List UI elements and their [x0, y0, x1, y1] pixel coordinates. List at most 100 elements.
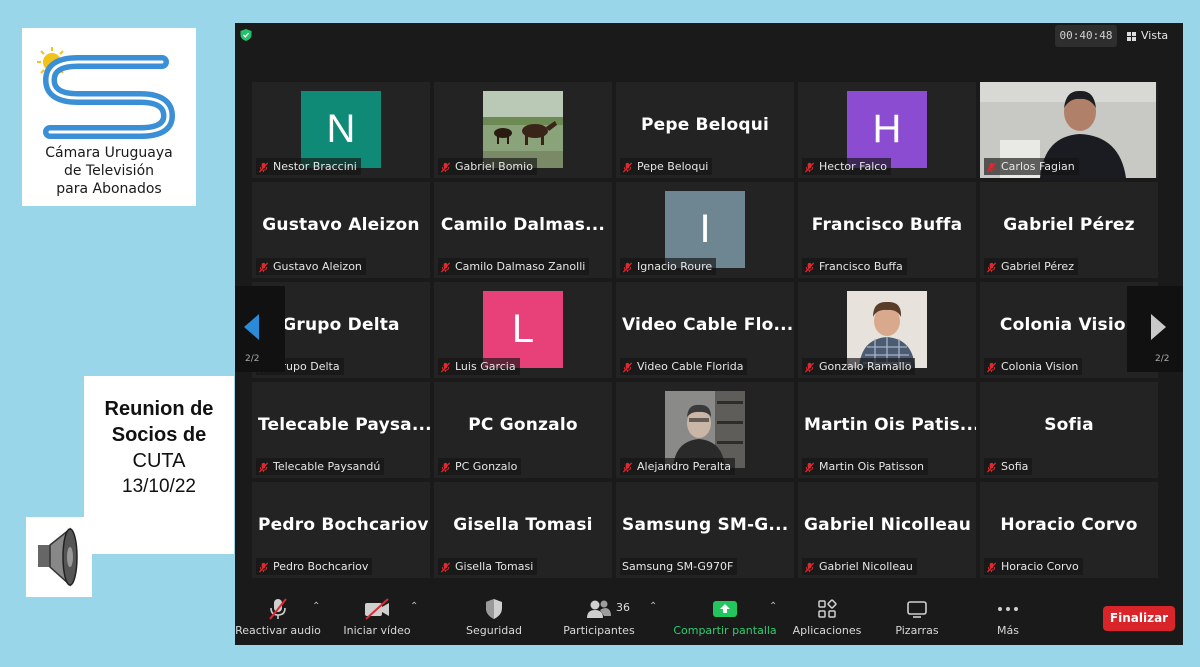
next-page-button[interactable]: 2/2	[1127, 286, 1183, 372]
more-dots-icon	[985, 597, 1031, 621]
more-button[interactable]: Más	[985, 597, 1031, 641]
participant-name: Luis Garcia	[455, 360, 516, 373]
participant-name: Gonzalo Ramallo	[819, 360, 912, 373]
participant-tile[interactable]: PC Gonzalo PC Gonzalo	[434, 382, 612, 478]
mic-muted-icon	[804, 161, 815, 173]
logo-line-3: para Abonados	[56, 181, 162, 197]
participant-name: Sofia	[1001, 460, 1029, 473]
participant-tile[interactable]: Gustavo Aleizon Gustavo Aleizon	[252, 182, 430, 278]
start-video-button[interactable]: Iniciar vídeo	[339, 597, 415, 641]
participant-name-label: Pepe Beloqui	[620, 158, 713, 175]
participant-tile[interactable]: Gonzalo Ramallo	[798, 282, 976, 378]
participant-display-name: Francisco Buffa	[811, 215, 963, 235]
participant-display-name: Gabriel Pérez	[1003, 215, 1135, 235]
share-options-chevron-icon[interactable]: ⌃	[769, 601, 777, 612]
participant-name-label: Gisella Tomasi	[438, 558, 538, 575]
participant-name: Gustavo Aleizon	[273, 260, 362, 273]
participant-name: Gabriel Nicolleau	[819, 560, 913, 573]
participant-tile[interactable]: Pepe Beloqui Pepe Beloqui	[616, 82, 794, 178]
participants-label: Participantes	[563, 624, 635, 637]
participant-tile[interactable]: Camilo Dalmas... Camilo Dalmaso Zanolli	[434, 182, 612, 278]
participant-name: Gabriel Pérez	[1001, 260, 1074, 273]
participant-tile[interactable]: Gisella Tomasi Gisella Tomasi	[434, 482, 612, 578]
participant-name-label: Video Cable Florida	[620, 358, 748, 375]
participant-avatar: L	[483, 291, 563, 368]
participant-tile[interactable]: Horacio Corvo Horacio Corvo	[980, 482, 1158, 578]
mic-muted-icon	[258, 461, 269, 473]
previous-page-button[interactable]: 2/2	[235, 286, 285, 372]
participant-tile[interactable]: Francisco Buffa Francisco Buffa	[798, 182, 976, 278]
security-button[interactable]: Seguridad	[459, 597, 529, 641]
whiteboards-button[interactable]: Pizarras	[887, 597, 947, 641]
participant-name: Horacio Corvo	[1001, 560, 1079, 573]
participant-name: Gisella Tomasi	[455, 560, 534, 573]
participant-display-name: Telecable Paysa...	[258, 415, 430, 435]
mic-muted-icon	[622, 461, 633, 473]
participant-name-label: Luis Garcia	[438, 358, 520, 375]
participant-tile[interactable]: Video Cable Flo... Video Cable Florida	[616, 282, 794, 378]
participant-gallery: N Nestor Braccini Gabriel Bomio Pepe Beloqu…	[252, 82, 1158, 578]
logo-line-2: de Televisión	[63, 163, 155, 179]
video-options-chevron-icon[interactable]: ⌃	[410, 601, 418, 612]
participant-name-label: Gonzalo Ramallo	[802, 358, 916, 375]
share-screen-label: Compartir pantalla	[673, 624, 777, 637]
note-date: 13/10/22	[122, 476, 196, 497]
grid-view-icon	[1127, 31, 1136, 41]
whiteboards-label: Pizarras	[895, 624, 939, 637]
speaker-icon[interactable]	[26, 517, 92, 597]
participant-tile[interactable]: Alejandro Peralta	[616, 382, 794, 478]
mic-muted-icon	[258, 161, 269, 173]
participant-display-name: Pepe Beloqui	[640, 115, 770, 135]
encryption-shield-icon[interactable]	[239, 28, 253, 42]
participant-tile[interactable]: Carlos Fagian	[980, 82, 1158, 178]
participant-name: Hector Falco	[819, 160, 888, 173]
participant-name-label: Ignacio Roure	[620, 258, 717, 275]
participant-name-label: Carlos Fagian	[984, 158, 1079, 175]
participant-display-name: Gustavo Aleizon	[262, 215, 420, 235]
participant-tile[interactable]: Samsung SM-G... Samsung SM-G970F	[616, 482, 794, 578]
participants-count: 36	[616, 601, 630, 614]
apps-button[interactable]: Aplicaciones	[791, 597, 863, 641]
mic-muted-icon	[986, 461, 997, 473]
participant-tile[interactable]: Telecable Paysa... Telecable Paysandú	[252, 382, 430, 478]
participant-tile[interactable]: Sofia Sofia	[980, 382, 1158, 478]
mic-muted-icon	[986, 261, 997, 273]
note-line-3: CUTA	[132, 450, 186, 472]
participant-name-label: Gustavo Aleizon	[256, 258, 366, 275]
audio-options-chevron-icon[interactable]: ⌃	[312, 601, 320, 612]
participant-name-label: Nestor Braccini	[256, 158, 361, 175]
arrow-right-icon	[1151, 314, 1166, 340]
participant-tile[interactable]: Gabriel Nicolleau Gabriel Nicolleau	[798, 482, 976, 578]
participant-tile[interactable]: Pedro Bochcariov Pedro Bochcariov	[252, 482, 430, 578]
participant-tile[interactable]: Martin Ois Patis... Martin Ois Patisson	[798, 382, 976, 478]
page-indicator-right: 2/2	[1155, 354, 1170, 364]
participant-tile[interactable]: N Nestor Braccini	[252, 82, 430, 178]
participant-display-name: Camilo Dalmas...	[440, 215, 606, 235]
view-button[interactable]: Vista	[1127, 25, 1179, 47]
participant-name: Video Cable Florida	[637, 360, 744, 373]
participant-name-label: Hector Falco	[802, 158, 892, 175]
mic-muted-icon	[986, 361, 997, 373]
mic-muted-icon	[804, 261, 815, 273]
participant-name-label: Colonia Vision	[984, 358, 1083, 375]
participant-name: Pedro Bochcariov	[273, 560, 369, 573]
more-label: Más	[997, 624, 1019, 637]
participant-tile[interactable]: H Hector Falco	[798, 82, 976, 178]
participant-name-label: Francisco Buffa	[802, 258, 907, 275]
participant-tile[interactable]: Gabriel Pérez Gabriel Pérez	[980, 182, 1158, 278]
participants-options-chevron-icon[interactable]: ⌃	[649, 601, 657, 612]
share-screen-button[interactable]: Compartir pantalla	[670, 597, 780, 641]
participant-tile[interactable]: Gabriel Bomio	[434, 82, 612, 178]
unmute-button[interactable]: Reactivar audio	[235, 597, 321, 641]
cuta-logo: Cámara Uruguaya de Televisión para Abona…	[22, 28, 196, 206]
mic-muted-icon	[986, 161, 997, 173]
participant-name: Francisco Buffa	[819, 260, 903, 273]
apps-icon	[791, 597, 863, 621]
participant-tile[interactable]: L Luis Garcia	[434, 282, 612, 378]
note-line-2: Socios de	[111, 424, 207, 446]
participant-display-name: Video Cable Flo...	[622, 315, 794, 335]
participant-tile[interactable]: I Ignacio Roure	[616, 182, 794, 278]
participant-name-label: Sofia	[984, 458, 1033, 475]
end-meeting-button[interactable]: Finalizar	[1103, 606, 1175, 631]
security-shield-icon	[459, 597, 529, 621]
